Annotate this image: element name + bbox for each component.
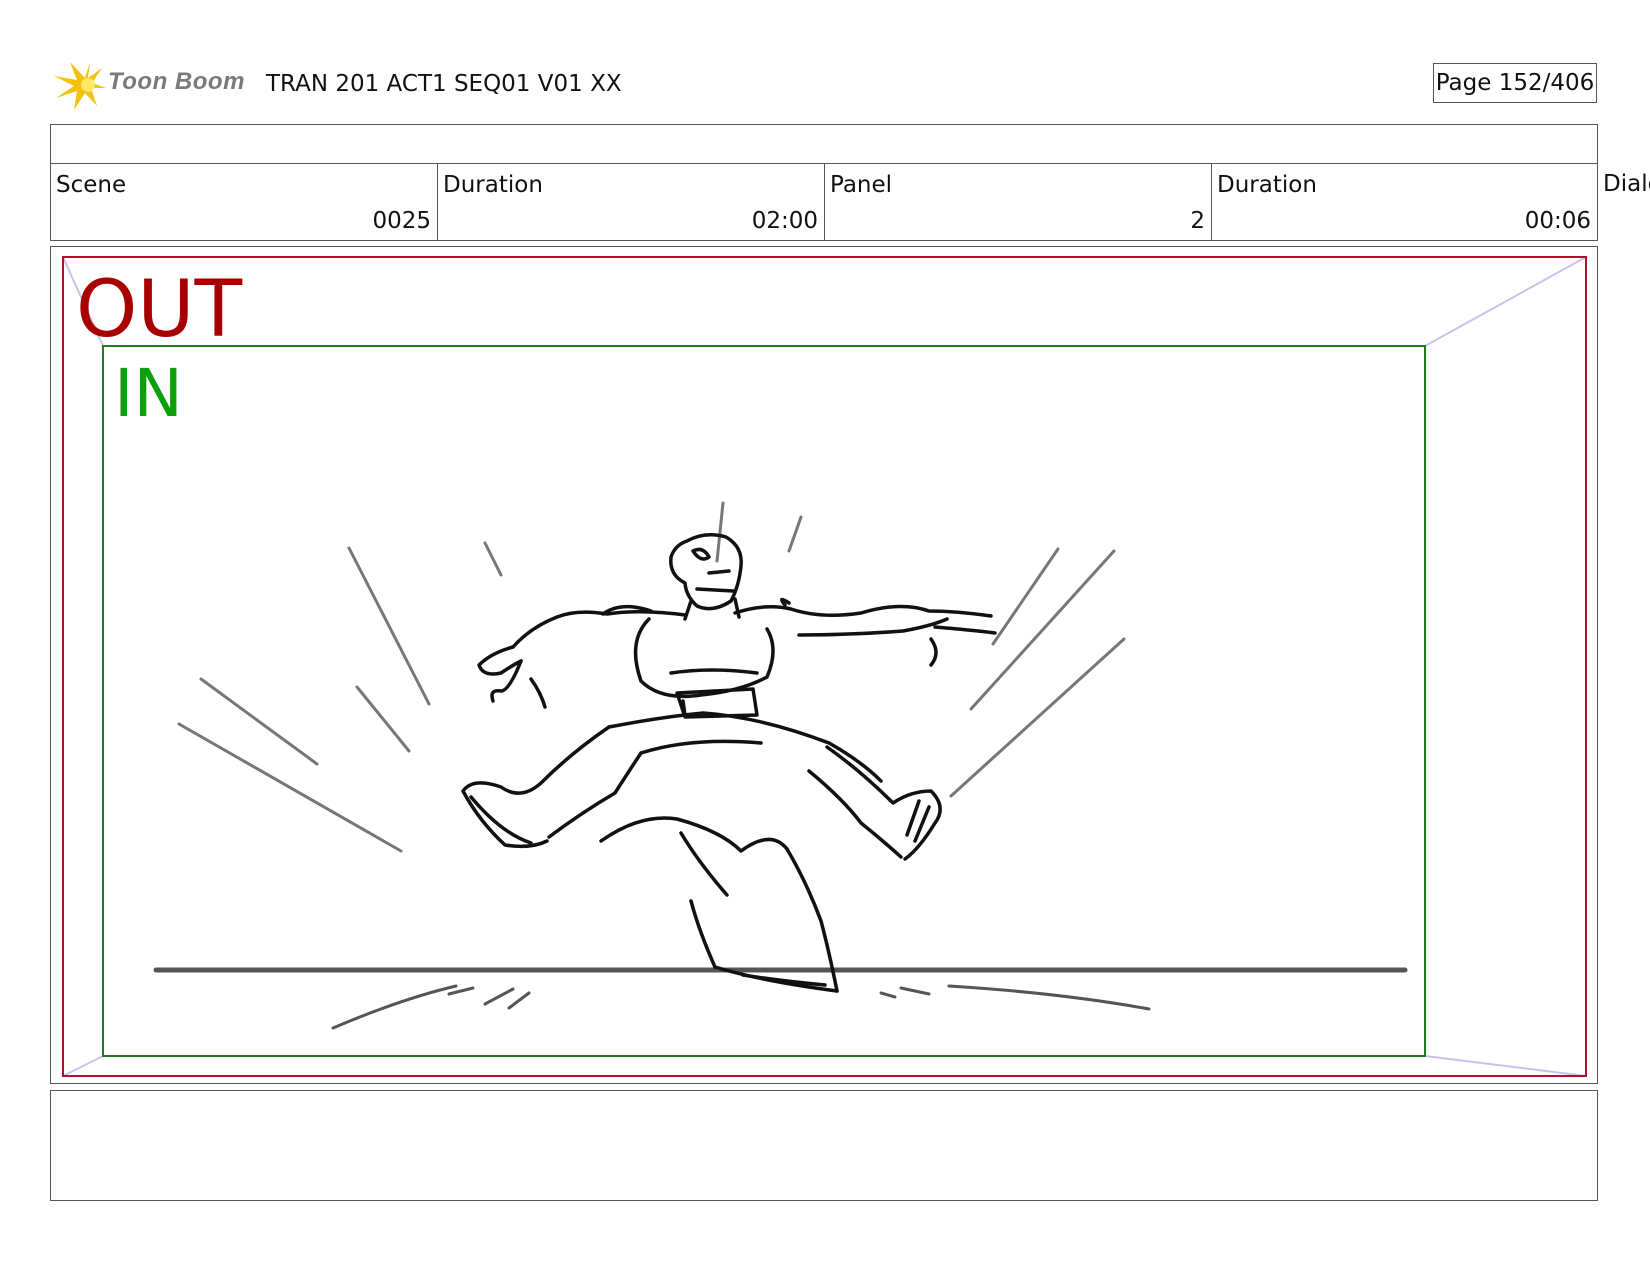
out-frame: [62, 256, 1587, 1077]
speed-lines: [177, 501, 1126, 853]
notes-box: [50, 1090, 1598, 1201]
storyboard-panel: OUT IN: [50, 246, 1598, 1084]
in-frame: [102, 345, 1426, 1057]
in-label: IN: [114, 355, 183, 432]
character-sketch: [461, 533, 997, 993]
panel-drawing: [62, 256, 1587, 1077]
camera-guides: [62, 256, 1587, 1077]
out-label: OUT: [76, 265, 243, 355]
